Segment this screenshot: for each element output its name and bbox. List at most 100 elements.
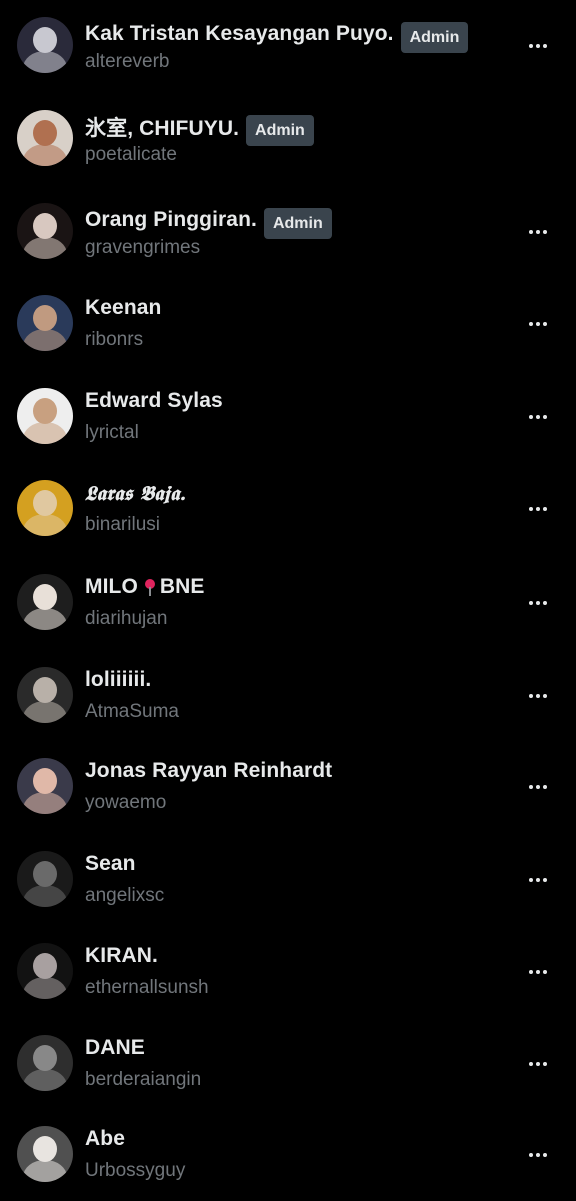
avatar-shoulders xyxy=(23,422,67,444)
member-row[interactable]: 氷室, CHIFUYU. Admin poetalicate xyxy=(0,93,576,185)
more-dot-icon xyxy=(543,1062,547,1066)
avatar-shoulders xyxy=(23,701,67,723)
more-dot-icon xyxy=(543,601,547,605)
display-name[interactable]: 氷室, CHIFUYU. xyxy=(85,112,239,142)
more-dot-icon xyxy=(536,970,540,974)
display-name[interactable]: Jonas Rayyan Reinhardt xyxy=(85,759,332,783)
display-name[interactable]: Keenan xyxy=(85,296,161,320)
member-row[interactable]: loliiiiii. AtmaSuma xyxy=(0,650,576,742)
more-options-button[interactable] xyxy=(522,771,554,803)
more-dot-icon xyxy=(543,44,547,48)
display-name[interactable]: KIRAN. xyxy=(85,944,158,968)
avatar-shoulders xyxy=(23,514,67,536)
avatar[interactable] xyxy=(17,1035,73,1091)
more-dot-icon xyxy=(529,694,533,698)
name-line: DANE xyxy=(85,1036,145,1060)
admin-badge: Admin xyxy=(400,22,469,53)
more-dot-icon xyxy=(536,415,540,419)
member-row[interactable]: KIRAN. ethernallsunsh xyxy=(0,926,576,1018)
username-handle: ethernallsunsh xyxy=(85,977,209,998)
member-row[interactable]: Keenan ribonrs xyxy=(0,278,576,370)
more-dot-icon xyxy=(543,415,547,419)
display-name[interactable]: MILO xyxy=(85,575,138,599)
avatar-head xyxy=(33,120,57,146)
avatar[interactable] xyxy=(17,667,73,723)
username-handle: berderaiangin xyxy=(85,1069,202,1090)
display-name[interactable]: DANE xyxy=(85,1036,145,1060)
more-dot-icon xyxy=(536,601,540,605)
username-handle: altereverb xyxy=(85,51,170,72)
avatar[interactable] xyxy=(17,295,73,351)
display-name[interactable]: Sean xyxy=(85,852,136,876)
avatar[interactable] xyxy=(17,203,73,259)
more-dot-icon xyxy=(529,1153,533,1157)
username-handle: binarilusi xyxy=(85,514,160,535)
member-row[interactable]: Kak Tristan Kesayangan Puyo. Admin alterev… xyxy=(0,0,576,92)
more-options-button[interactable] xyxy=(522,30,554,62)
more-options-button[interactable] xyxy=(522,401,554,433)
more-dot-icon xyxy=(529,601,533,605)
avatar[interactable] xyxy=(17,388,73,444)
more-dot-icon xyxy=(543,1153,547,1157)
member-row[interactable]: Sean angelixsc xyxy=(0,834,576,926)
username-handle: diarihujan xyxy=(85,608,168,629)
avatar[interactable] xyxy=(17,943,73,999)
more-dot-icon xyxy=(529,322,533,326)
avatar[interactable] xyxy=(17,110,73,166)
more-options-button[interactable] xyxy=(522,864,554,896)
more-options-button[interactable] xyxy=(522,493,554,525)
more-options-button[interactable] xyxy=(522,1139,554,1171)
more-options-button[interactable] xyxy=(522,308,554,340)
avatar[interactable] xyxy=(17,480,73,536)
username-handle: yowaemo xyxy=(85,792,167,813)
avatar-head xyxy=(33,768,57,794)
avatar-head xyxy=(33,953,57,979)
avatar-shoulders xyxy=(23,144,67,166)
username-handle: lyrictal xyxy=(85,422,139,443)
more-options-button[interactable] xyxy=(522,1048,554,1080)
name-line: Jonas Rayyan Reinhardt xyxy=(85,759,332,783)
admin-badge: Admin xyxy=(263,208,332,239)
avatar[interactable] xyxy=(17,17,73,73)
avatar-head xyxy=(33,584,57,610)
name-line: 氷室, CHIFUYU. Admin xyxy=(85,111,314,146)
more-dot-icon xyxy=(543,322,547,326)
more-options-button[interactable] xyxy=(522,956,554,988)
name-line: Abe xyxy=(85,1127,125,1151)
member-row[interactable]: 𝕷𝖆𝖗𝖆𝖘 𝕭𝖆𝖏𝖆. binarilusi xyxy=(0,463,576,555)
more-dot-icon xyxy=(529,1062,533,1066)
more-dot-icon xyxy=(543,507,547,511)
more-dot-icon xyxy=(536,507,540,511)
display-name[interactable]: 𝕷𝖆𝖗𝖆𝖘 𝕭𝖆𝖏𝖆. xyxy=(85,481,187,505)
more-options-button[interactable] xyxy=(522,216,554,248)
display-name[interactable]: Abe xyxy=(85,1127,125,1151)
more-dot-icon xyxy=(536,322,540,326)
name-line: Edward Sylas xyxy=(85,389,223,413)
avatar-shoulders xyxy=(23,608,67,630)
display-name[interactable]: Kak Tristan Kesayangan Puyo. xyxy=(85,22,394,46)
round-pushpin-icon xyxy=(144,578,156,596)
username-handle: AtmaSuma xyxy=(85,701,179,722)
display-name[interactable]: Orang Pinggiran. xyxy=(85,208,257,232)
member-row[interactable]: Edward Sylas lyrictal xyxy=(0,371,576,463)
member-row[interactable]: MILO BNE diarihujan xyxy=(0,557,576,649)
avatar-head xyxy=(33,677,57,703)
display-name-suffix: BNE xyxy=(159,575,205,598)
more-options-button[interactable] xyxy=(522,680,554,712)
more-options-button[interactable] xyxy=(522,587,554,619)
avatar-shoulders xyxy=(23,1069,67,1091)
member-row[interactable]: Orang Pinggiran. Admin gravengrimes xyxy=(0,186,576,278)
member-row[interactable]: DANE berderaiangin xyxy=(0,1018,576,1110)
avatar[interactable] xyxy=(17,574,73,630)
more-dot-icon xyxy=(536,1153,540,1157)
display-name[interactable]: loliiiiii. xyxy=(85,668,151,692)
avatar[interactable] xyxy=(17,851,73,907)
avatar-head xyxy=(33,1136,57,1162)
member-row[interactable]: Jonas Rayyan Reinhardt yowaemo xyxy=(0,741,576,833)
avatar[interactable] xyxy=(17,1126,73,1182)
member-row[interactable]: Abe Urbossyguy xyxy=(0,1109,576,1201)
avatar[interactable] xyxy=(17,758,73,814)
display-name[interactable]: Edward Sylas xyxy=(85,389,223,413)
name-line: Orang Pinggiran. Admin xyxy=(85,204,332,239)
username-handle: gravengrimes xyxy=(85,237,201,258)
